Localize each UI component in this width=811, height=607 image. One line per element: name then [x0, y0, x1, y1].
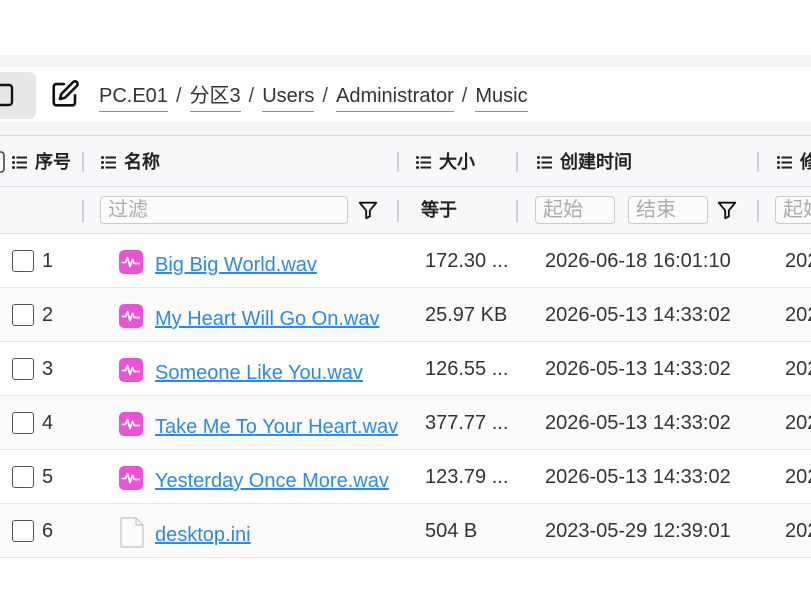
table-row[interactable]: 6 desktop.ini 504 B 2023-05-29 12:39:01 …: [0, 504, 811, 558]
breadcrumb-separator: /: [461, 85, 468, 107]
column-separator: [516, 200, 518, 222]
column-header-modified[interactable]: 修: [800, 151, 811, 173]
select-all-checkbox[interactable]: [0, 151, 5, 173]
table-row[interactable]: 5 Yesterday Once More.wav 123.79 ... 202…: [0, 450, 811, 504]
column-separator: [82, 200, 84, 222]
file-name-link[interactable]: Someone Like You.wav: [155, 361, 363, 385]
modified-time: 202: [785, 250, 811, 272]
modified-time: 202: [785, 412, 811, 434]
created-start-input[interactable]: [535, 196, 615, 224]
created-time: 2026-05-13 14:33:02: [545, 466, 731, 488]
row-checkbox[interactable]: [12, 358, 34, 380]
file-icon: [120, 517, 144, 548]
top-band: [0, 55, 811, 67]
breadcrumb-separator: /: [322, 85, 328, 107]
row-index: 4: [42, 412, 54, 434]
toolbar-left-button[interactable]: [0, 72, 36, 119]
file-name-link[interactable]: My Heart Will Go On.wav: [155, 307, 379, 331]
column-resize-handle[interactable]: [82, 152, 84, 172]
modified-time: 202: [785, 304, 811, 326]
modified-time: 202: [785, 520, 811, 542]
row-index: 6: [42, 520, 54, 542]
modified-time: 202: [785, 358, 811, 380]
size-operator-select[interactable]: 等于: [421, 199, 457, 221]
row-index: 5: [42, 466, 54, 488]
row-index: 2: [42, 304, 54, 326]
breadcrumb-segment-music[interactable]: Music: [475, 84, 528, 112]
table-row[interactable]: 3 Someone Like You.wav 126.55 ... 2026-0…: [0, 342, 811, 396]
created-time: 2026-05-13 14:33:02: [545, 412, 731, 434]
funnel-icon[interactable]: [357, 199, 379, 221]
file-size: 25.97 KB: [425, 304, 508, 326]
modified-start-input[interactable]: [775, 196, 811, 224]
column-separator: [757, 200, 759, 222]
breadcrumb-separator: /: [175, 85, 182, 107]
column-resize-handle[interactable]: [516, 152, 518, 172]
filter-row: 等于: [0, 187, 811, 234]
column-resize-handle[interactable]: [757, 152, 759, 172]
mid-band: [0, 122, 811, 135]
file-name-link[interactable]: desktop.ini: [155, 523, 251, 547]
audio-file-icon: [119, 358, 143, 382]
name-filter-input[interactable]: [100, 196, 348, 224]
breadcrumb-segment-partition[interactable]: 分区3: [189, 84, 241, 112]
created-time: 2026-05-13 14:33:02: [545, 358, 731, 380]
column-header-index[interactable]: 序号: [35, 151, 71, 173]
column-separator: [397, 200, 399, 222]
audio-file-icon: [119, 466, 143, 490]
breadcrumb-segment-administrator[interactable]: Administrator: [335, 84, 454, 112]
breadcrumb-segment-users[interactable]: Users: [262, 84, 315, 112]
edit-icon[interactable]: [50, 79, 80, 109]
modified-time: 202: [785, 466, 811, 488]
breadcrumb-separator: /: [248, 85, 255, 107]
file-name-link[interactable]: Take Me To Your Heart.wav: [155, 415, 398, 439]
file-size: 123.79 ...: [425, 466, 509, 488]
audio-file-icon: [119, 250, 143, 274]
created-time: 2026-06-18 16:01:10: [545, 250, 731, 272]
column-resize-handle[interactable]: [397, 152, 399, 172]
column-menu-icon[interactable]: [101, 156, 116, 169]
square-icon: [0, 83, 14, 107]
breadcrumb-segment-pc[interactable]: PC.E01: [99, 84, 168, 112]
row-index: 3: [42, 358, 54, 380]
created-time: 2023-05-29 12:39:01: [545, 520, 731, 542]
table-row[interactable]: 4 Take Me To Your Heart.wav 377.77 ... 2…: [0, 396, 811, 450]
created-end-input[interactable]: [628, 196, 708, 224]
row-checkbox[interactable]: [12, 250, 34, 272]
file-size: 126.55 ...: [425, 358, 509, 380]
column-menu-icon[interactable]: [537, 156, 552, 169]
audio-file-icon: [119, 412, 143, 436]
row-checkbox[interactable]: [12, 466, 34, 488]
file-name-link[interactable]: Big Big World.wav: [155, 253, 317, 277]
breadcrumb: PC.E01 / 分区3 / Users / Administrator / M…: [99, 84, 528, 112]
column-header-created[interactable]: 创建时间: [560, 151, 632, 173]
row-index: 1: [42, 250, 54, 272]
table-header: 序号 名称 大小 创建时间 修: [0, 136, 811, 187]
file-name-link[interactable]: Yesterday Once More.wav: [155, 469, 389, 493]
column-menu-icon[interactable]: [777, 156, 792, 169]
table-row[interactable]: 2 My Heart Will Go On.wav 25.97 KB 2026-…: [0, 288, 811, 342]
table-row[interactable]: 1 Big Big World.wav 172.30 ... 2026-06-1…: [0, 234, 811, 288]
row-checkbox[interactable]: [12, 304, 34, 326]
file-size: 172.30 ...: [425, 250, 509, 272]
row-checkbox[interactable]: [12, 412, 34, 434]
created-time: 2026-05-13 14:33:02: [545, 304, 731, 326]
funnel-icon[interactable]: [716, 199, 738, 221]
file-size: 504 B: [425, 520, 478, 542]
column-menu-icon[interactable]: [12, 156, 27, 169]
column-header-name[interactable]: 名称: [124, 151, 160, 173]
file-size: 377.77 ...: [425, 412, 509, 434]
column-header-size[interactable]: 大小: [439, 151, 475, 173]
column-menu-icon[interactable]: [416, 156, 431, 169]
row-checkbox[interactable]: [12, 520, 34, 542]
audio-file-icon: [119, 304, 143, 328]
